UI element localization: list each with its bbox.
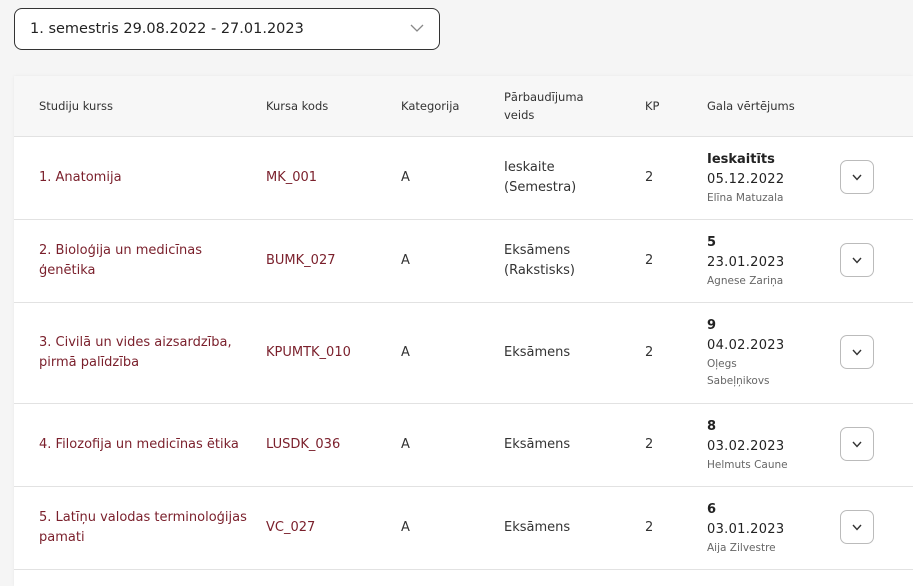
course-code-link[interactable]: VC_027 — [266, 487, 386, 569]
course-link[interactable]: 1. Anatomija — [39, 137, 249, 219]
kp-cell: 2 — [645, 520, 654, 535]
table-row: 3. Civilā un vides aizsardzība, pirmā pa… — [14, 303, 913, 404]
table-header: Studiju kurss Kursa kods Kategorija Pārb… — [14, 76, 913, 137]
exam-type-cell: Ieskaite (Semestra) — [504, 160, 577, 195]
table-row: 1. Anatomija MK_001 A Ieskaite (Semestra… — [14, 137, 913, 220]
header-exam-type: Pārbaudījuma veids — [504, 90, 584, 122]
chevron-down-icon — [852, 441, 862, 448]
expand-row-button[interactable] — [840, 160, 874, 194]
grade-cell: Ieskaitīts 05.12.2022 Elīna Matuzala — [707, 137, 837, 219]
grade-teacher: Agnese Zariņa — [707, 274, 784, 287]
grade-cell: 8 03.02.2023 Helmuts Caune — [707, 404, 837, 486]
grade-cell: 6 03.01.2023 Aija Zilvestre — [707, 487, 837, 569]
header-final-grade: Gala vērtējums — [707, 99, 795, 113]
chevron-down-icon — [410, 24, 424, 32]
grades-table: Studiju kurss Kursa kods Kategorija Pārb… — [14, 76, 913, 586]
course-code-link[interactable]: BUMK_027 — [266, 220, 386, 302]
grade-value: 6 — [707, 501, 717, 517]
grade-date: 23.01.2023 — [707, 254, 785, 270]
kp-cell: 2 — [645, 170, 654, 185]
category-cell: A — [401, 253, 410, 268]
exam-type-cell: Eksāmens (Rakstisks) — [504, 243, 575, 278]
course-code-link[interactable]: KPUMTK_010 — [266, 303, 386, 403]
course-link[interactable]: 3. Civilā un vides aizsardzība, pirmā pa… — [39, 303, 249, 403]
category-cell: A — [401, 520, 410, 535]
exam-type-cell: Eksāmens — [504, 345, 571, 360]
grade-value: 8 — [707, 418, 717, 434]
grade-teacher: Aija Zilvestre — [707, 541, 776, 554]
expand-row-button[interactable] — [840, 335, 874, 369]
grade-value: Ieskaitīts — [707, 151, 775, 167]
exam-type-cell: Eksāmens — [504, 437, 571, 452]
grade-date: 05.12.2022 — [707, 171, 785, 187]
expand-row-button[interactable] — [840, 427, 874, 461]
grade-cell: 5 23.01.2023 Agnese Zariņa — [707, 220, 837, 302]
chevron-down-icon — [852, 257, 862, 264]
grade-date: 03.01.2023 — [707, 521, 785, 537]
kp-cell: 2 — [645, 437, 654, 452]
grade-cell: 9 04.02.2023 Oļegs Sabeļņikovs — [707, 303, 787, 403]
course-link[interactable]: 5. Latīņu valodas terminoloģijas pamati — [39, 487, 249, 569]
category-cell: A — [401, 437, 410, 452]
table-row: 2. Bioloģija un medicīnas ģenētika BUMK_… — [14, 220, 913, 303]
header-code: Kursa kods — [266, 99, 329, 113]
grade-teacher: Elīna Matuzala — [707, 191, 784, 204]
semester-select[interactable]: 1. semestris 29.08.2022 - 27.01.2023 — [14, 8, 440, 50]
grade-date: 04.02.2023 — [707, 338, 785, 353]
header-course: Studiju kurss — [39, 99, 114, 113]
category-cell: A — [401, 345, 410, 360]
expand-row-button[interactable] — [840, 510, 874, 544]
header-kp: KP — [645, 99, 660, 113]
chevron-down-icon — [852, 524, 862, 531]
grade-value: 5 — [707, 234, 717, 250]
table-row: 4. Filozofija un medicīnas ētika LUSDK_0… — [14, 404, 913, 487]
category-cell: A — [401, 170, 410, 185]
kp-cell: 2 — [645, 345, 654, 360]
semester-select-value: 1. semestris 29.08.2022 - 27.01.2023 — [30, 21, 304, 37]
chevron-down-icon — [852, 174, 862, 181]
chevron-down-icon — [852, 349, 862, 356]
kp-cell: 2 — [645, 253, 654, 268]
course-link[interactable]: 4. Filozofija un medicīnas ētika — [39, 404, 249, 486]
exam-type-cell: Eksāmens — [504, 520, 571, 535]
grade-teacher: Helmuts Caune — [707, 458, 788, 471]
course-link[interactable]: 2. Bioloģija un medicīnas ģenētika — [39, 220, 249, 302]
table-row: 5. Latīņu valodas terminoloģijas pamati … — [14, 487, 913, 570]
course-code-link[interactable]: MK_001 — [266, 137, 386, 219]
expand-row-button[interactable] — [840, 243, 874, 277]
grade-teacher: Oļegs Sabeļņikovs — [707, 358, 770, 387]
grade-value: 9 — [707, 318, 717, 333]
course-code-link[interactable]: LUSDK_036 — [266, 404, 386, 486]
header-category: Kategorija — [401, 99, 460, 113]
grade-date: 03.02.2023 — [707, 438, 785, 454]
